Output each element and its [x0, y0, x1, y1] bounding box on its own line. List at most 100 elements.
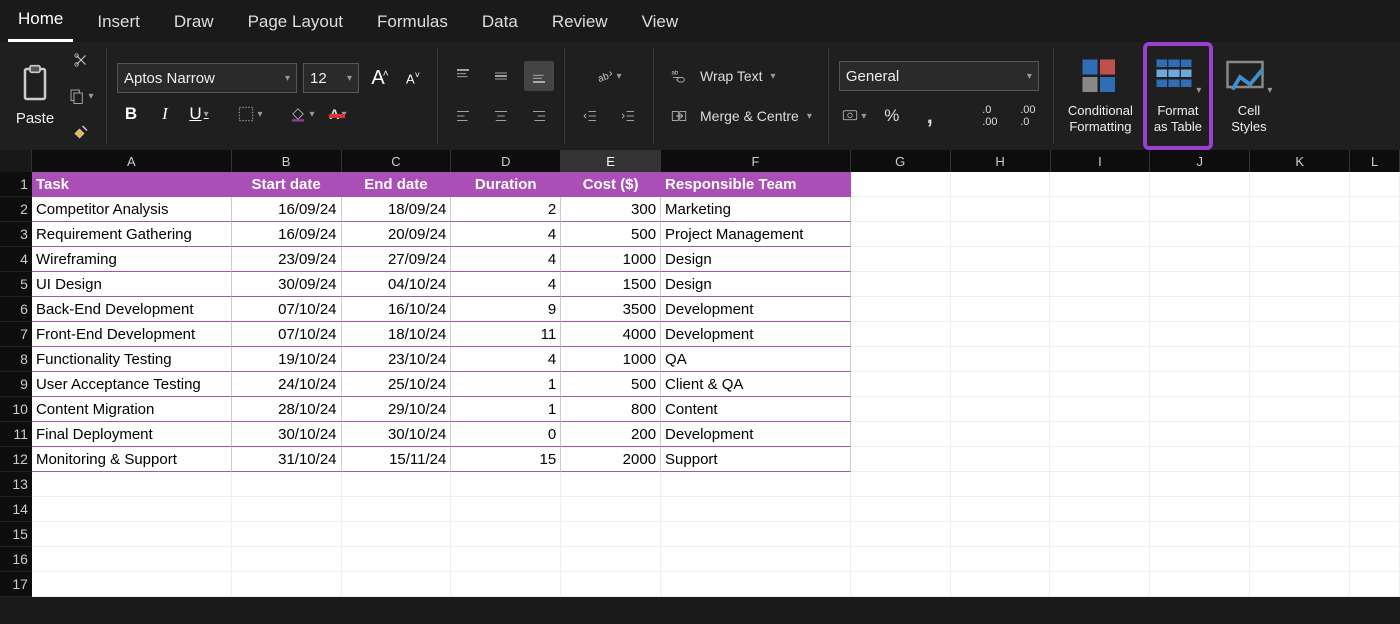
- cell[interactable]: [1050, 522, 1150, 547]
- cell[interactable]: [951, 272, 1051, 297]
- cell[interactable]: Competitor Analysis: [32, 197, 232, 222]
- cell[interactable]: [1050, 422, 1150, 447]
- format-painter-button[interactable]: [66, 117, 96, 147]
- cell[interactable]: 27/09/24: [342, 247, 452, 272]
- cell[interactable]: [1350, 572, 1400, 597]
- cell[interactable]: [561, 472, 661, 497]
- cell[interactable]: [561, 572, 661, 597]
- cell[interactable]: 31/10/24: [232, 447, 342, 472]
- cell[interactable]: 500: [561, 372, 661, 397]
- cell[interactable]: 4: [451, 272, 561, 297]
- align-left-button[interactable]: [448, 101, 478, 131]
- comma-format-button[interactable]: ,: [915, 101, 945, 131]
- cell[interactable]: Responsible Team: [661, 172, 851, 197]
- row-header[interactable]: 14: [0, 497, 32, 522]
- cell[interactable]: 4: [451, 222, 561, 247]
- cell[interactable]: 16/09/24: [232, 197, 342, 222]
- cell[interactable]: [1350, 172, 1400, 197]
- cell[interactable]: [1350, 497, 1400, 522]
- cell[interactable]: [1050, 572, 1150, 597]
- cell[interactable]: Content Migration: [32, 397, 232, 422]
- cell[interactable]: 2000: [561, 447, 661, 472]
- italic-button[interactable]: I: [151, 100, 179, 128]
- cell[interactable]: [1150, 472, 1250, 497]
- cell[interactable]: 15: [451, 447, 561, 472]
- cell[interactable]: [342, 547, 452, 572]
- cell[interactable]: [951, 372, 1051, 397]
- font-size-combo[interactable]: 12▾: [303, 63, 359, 93]
- cell[interactable]: 25/10/24: [342, 372, 452, 397]
- cell[interactable]: 4: [451, 247, 561, 272]
- cell[interactable]: [661, 547, 851, 572]
- row-header[interactable]: 1: [0, 172, 32, 197]
- cell[interactable]: [1150, 522, 1250, 547]
- worksheet[interactable]: 1TaskStart dateEnd dateDurationCost ($)R…: [0, 172, 1400, 597]
- cell[interactable]: Requirement Gathering: [32, 222, 232, 247]
- cell[interactable]: [32, 472, 232, 497]
- cell[interactable]: [1350, 472, 1400, 497]
- cell[interactable]: 30/10/24: [342, 422, 452, 447]
- cell[interactable]: Wireframing: [32, 247, 232, 272]
- cell[interactable]: [1350, 422, 1400, 447]
- cell[interactable]: 30/09/24: [232, 272, 342, 297]
- cell[interactable]: [851, 272, 951, 297]
- number-format-combo[interactable]: General▾: [839, 61, 1039, 91]
- cell[interactable]: Monitoring & Support: [32, 447, 232, 472]
- cell[interactable]: [1350, 222, 1400, 247]
- cell[interactable]: Client & QA: [661, 372, 851, 397]
- cell[interactable]: [1250, 347, 1350, 372]
- cell[interactable]: [851, 247, 951, 272]
- cell[interactable]: [1150, 297, 1250, 322]
- cell[interactable]: [951, 172, 1051, 197]
- cell[interactable]: 23/10/24: [342, 347, 452, 372]
- cell[interactable]: [951, 222, 1051, 247]
- cell[interactable]: [1250, 572, 1350, 597]
- cell[interactable]: [1350, 522, 1400, 547]
- cell[interactable]: [851, 522, 951, 547]
- cell[interactable]: [1050, 447, 1150, 472]
- cell[interactable]: [1250, 372, 1350, 397]
- cell[interactable]: [1150, 572, 1250, 597]
- column-header-F[interactable]: F: [661, 150, 851, 172]
- cell[interactable]: [1250, 297, 1350, 322]
- cell[interactable]: [661, 522, 851, 547]
- cell[interactable]: [1150, 197, 1250, 222]
- cell[interactable]: [951, 472, 1051, 497]
- cell[interactable]: 1000: [561, 247, 661, 272]
- cell[interactable]: [561, 547, 661, 572]
- cell[interactable]: 29/10/24: [342, 397, 452, 422]
- cell[interactable]: 200: [561, 422, 661, 447]
- cell[interactable]: [1150, 447, 1250, 472]
- cell[interactable]: [32, 547, 232, 572]
- cell[interactable]: 1: [451, 372, 561, 397]
- cell[interactable]: [951, 422, 1051, 447]
- cell[interactable]: [1150, 247, 1250, 272]
- increase-indent-button[interactable]: [613, 101, 643, 131]
- cell[interactable]: 1500: [561, 272, 661, 297]
- cell[interactable]: 16/09/24: [232, 222, 342, 247]
- row-header[interactable]: 11: [0, 422, 32, 447]
- cell[interactable]: [851, 447, 951, 472]
- column-header-D[interactable]: D: [451, 150, 561, 172]
- cell[interactable]: [1050, 472, 1150, 497]
- cell[interactable]: [1150, 347, 1250, 372]
- cell[interactable]: 23/09/24: [232, 247, 342, 272]
- decrease-indent-button[interactable]: [575, 101, 605, 131]
- cell[interactable]: Design: [661, 247, 851, 272]
- cell[interactable]: [1250, 547, 1350, 572]
- cell[interactable]: [32, 522, 232, 547]
- cell[interactable]: [951, 297, 1051, 322]
- cell[interactable]: Final Deployment: [32, 422, 232, 447]
- cell[interactable]: [851, 172, 951, 197]
- cell[interactable]: [1250, 497, 1350, 522]
- cell[interactable]: [1150, 222, 1250, 247]
- cell[interactable]: [851, 347, 951, 372]
- accounting-format-button[interactable]: ▾: [839, 101, 869, 131]
- column-header-K[interactable]: K: [1250, 150, 1350, 172]
- merge-centre-button[interactable]: Merge & Centre▾: [664, 101, 818, 131]
- cell[interactable]: [342, 497, 452, 522]
- cell[interactable]: [1050, 197, 1150, 222]
- cell[interactable]: [342, 522, 452, 547]
- cell[interactable]: Front-End Development: [32, 322, 232, 347]
- cell[interactable]: Marketing: [661, 197, 851, 222]
